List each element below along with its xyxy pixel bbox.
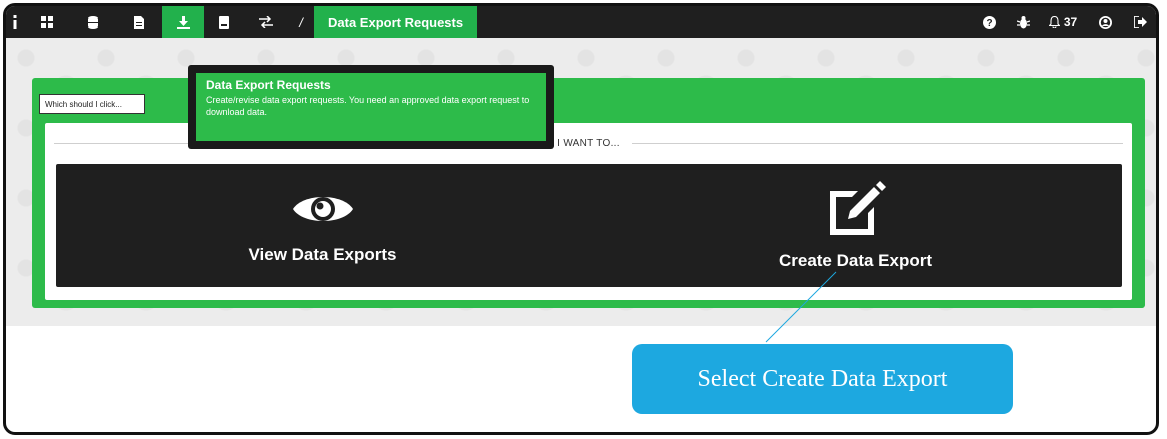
menu-tooltip-description: Create/revise data export requests. You … <box>206 95 530 117</box>
download-icon[interactable] <box>162 6 204 38</box>
report-icon[interactable] <box>204 6 244 38</box>
menu-tooltip-content: Data Export Requests Create/revise data … <box>196 73 546 141</box>
screenshot-frame: / Data Export Requests ? 37 I WANT TO...… <box>3 3 1159 435</box>
menu-tooltip-title: Data Export Requests <box>206 78 331 92</box>
document-icon[interactable] <box>116 6 162 38</box>
view-data-exports-label: View Data Exports <box>248 244 397 264</box>
options-card: I WANT TO... View Data Exports Create Da… <box>45 123 1132 300</box>
nav-left-group: / Data Export Requests <box>6 6 478 38</box>
top-navbar: / Data Export Requests ? 37 <box>6 6 1156 38</box>
user-icon[interactable] <box>1086 6 1124 38</box>
menu-tooltip: Data Export Requests Create/revise data … <box>188 65 554 149</box>
hint-tooltip: Which should I click... <box>39 94 145 114</box>
help-icon[interactable]: ? <box>972 6 1006 38</box>
svg-text:?: ? <box>986 18 992 29</box>
breadcrumb-separator: / <box>299 14 303 30</box>
database-icon[interactable] <box>70 6 116 38</box>
eye-icon <box>292 196 353 221</box>
breadcrumb-current-page[interactable]: Data Export Requests <box>314 6 478 38</box>
choices-bar: View Data Exports Create Data Export <box>56 164 1122 287</box>
bell-icon <box>1048 16 1060 28</box>
bug-icon[interactable] <box>1006 6 1040 38</box>
section-heading-text: I WANT TO... <box>557 137 620 149</box>
logout-icon[interactable] <box>1124 6 1156 38</box>
edit-icon <box>829 180 886 235</box>
view-data-exports-button[interactable]: View Data Exports <box>56 164 589 287</box>
notifications-button[interactable]: 37 <box>1040 6 1086 38</box>
info-icon[interactable] <box>6 6 24 38</box>
create-data-export-button[interactable]: Create Data Export <box>589 164 1122 287</box>
transfer-icon[interactable] <box>244 6 288 38</box>
nav-right-group: ? 37 <box>972 6 1156 38</box>
instruction-callout: Select Create Data Export <box>632 344 1013 414</box>
notification-count: 37 <box>1063 15 1078 29</box>
dashboard-icon[interactable] <box>24 6 70 38</box>
create-data-export-label: Create Data Export <box>778 250 933 270</box>
divider-right <box>631 142 1123 144</box>
